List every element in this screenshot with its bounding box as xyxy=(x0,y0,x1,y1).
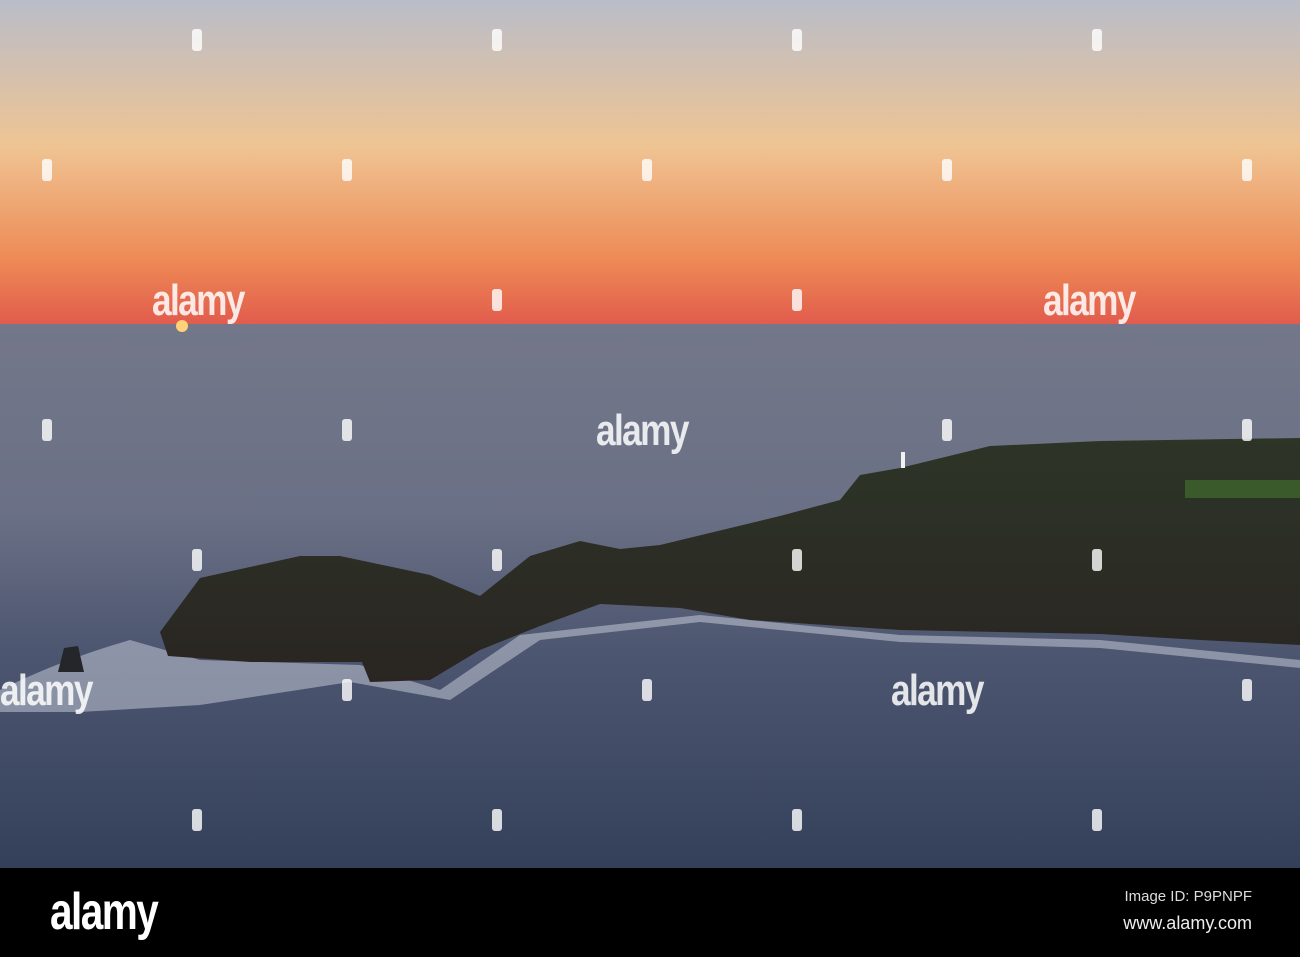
alamy-logo: alamy xyxy=(50,883,159,941)
watermark-mark xyxy=(492,549,502,571)
watermark: alamy xyxy=(1043,276,1136,325)
watermark-mark xyxy=(492,29,502,51)
watermark-mark xyxy=(192,549,202,571)
watermark-mark xyxy=(1092,29,1102,51)
watermark-mark xyxy=(342,159,352,181)
image-id: Image ID: P9PNPF xyxy=(1124,888,1252,905)
watermark-mark xyxy=(1092,549,1102,571)
watermark-mark xyxy=(942,419,952,441)
watermark-mark xyxy=(642,679,652,701)
watermark-mark xyxy=(942,159,952,181)
watermark-mark xyxy=(1242,679,1252,701)
watermark-mark xyxy=(792,549,802,571)
watermark-mark xyxy=(1092,809,1102,831)
watermark-mark xyxy=(42,159,52,181)
watermark-mark xyxy=(42,419,52,441)
watermark: alamy xyxy=(152,276,245,325)
watermark-mark xyxy=(792,289,802,311)
lighthouse xyxy=(901,452,905,468)
watermark-mark xyxy=(792,29,802,51)
green-field xyxy=(1185,480,1300,498)
watermark-mark xyxy=(642,159,652,181)
watermark-mark xyxy=(192,809,202,831)
watermark-mark xyxy=(1242,419,1252,441)
watermark: alamy xyxy=(0,666,93,715)
watermark-mark xyxy=(342,679,352,701)
watermark: alamy xyxy=(891,666,984,715)
watermark-mark xyxy=(1242,159,1252,181)
site-url: www.alamy.com xyxy=(1123,913,1252,933)
watermark-mark xyxy=(492,809,502,831)
watermark: alamy xyxy=(596,406,689,455)
watermark-mark xyxy=(792,809,802,831)
watermark-mark xyxy=(342,419,352,441)
footer-bar: alamy Image ID: P9PNPF www.alamy.com xyxy=(0,868,1300,957)
watermark-mark xyxy=(492,289,502,311)
watermark-mark xyxy=(192,29,202,51)
